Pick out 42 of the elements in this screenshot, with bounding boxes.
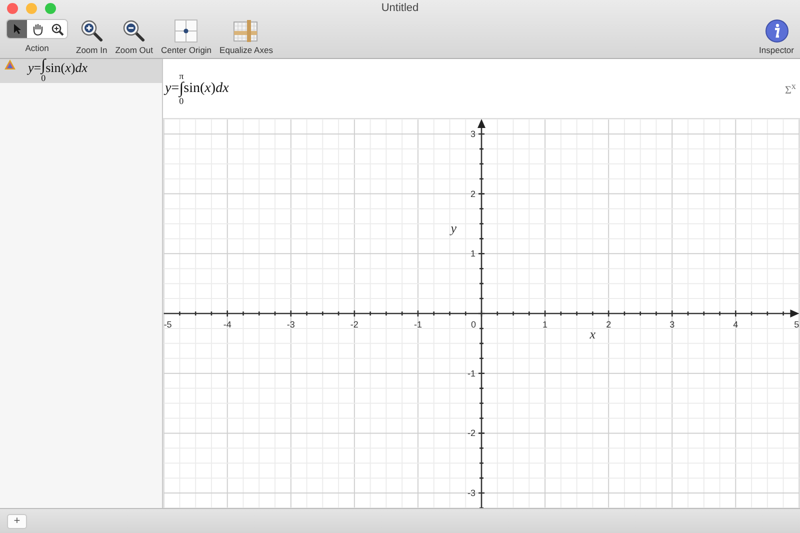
insert-symbol-button[interactable]: Σ$^{x}$ (785, 80, 796, 96)
toolbar-button[interactable]: Zoom In (76, 19, 108, 55)
zoom-in-icon (80, 19, 104, 43)
tick-label: 2 (470, 188, 476, 199)
pointer-icon (12, 23, 22, 35)
axis-label: x (590, 326, 596, 342)
toolbar-label: Action (25, 43, 49, 53)
tick-label: 4 (733, 319, 738, 330)
tick-label: -3 (286, 319, 295, 330)
grid-ruler-icon (233, 19, 260, 43)
zoom-button[interactable] (45, 3, 56, 14)
add-button[interactable]: + (7, 514, 27, 528)
equation-text: y=∫ 0 sin(x)dx (28, 59, 88, 83)
equation-text: y= π ∫ 0 sin(x)dx (165, 72, 229, 106)
tick-label: 3 (470, 128, 476, 139)
toolbar-button[interactable]: Equalize Axes (220, 19, 273, 55)
tick-label: 0 (471, 319, 476, 330)
tick-label: -2 (350, 319, 358, 330)
hand-icon (30, 22, 44, 36)
inspector-button[interactable]: Inspector (759, 19, 794, 55)
tick-label: 3 (670, 319, 675, 330)
zoom-out-icon (122, 19, 146, 43)
magnifier-icon (50, 22, 64, 36)
axis-label: y (450, 220, 456, 236)
center-origin-icon (174, 19, 198, 43)
toolbar-button[interactable]: Zoom Out (115, 19, 153, 55)
tick-label: -1 (468, 368, 476, 378)
sidebar-item[interactable]: y=∫ 0 sin(x)dx (0, 59, 162, 83)
window-title: Untitled (381, 2, 419, 14)
tick-label: 2 (606, 319, 612, 330)
tick-label: -4 (223, 319, 232, 330)
tick-label: 5 (794, 319, 800, 330)
tick-label: 1 (542, 319, 548, 330)
tick-label: -2 (468, 428, 476, 438)
close-button[interactable] (7, 3, 18, 14)
toolbar-button[interactable]: Center Origin (160, 19, 212, 55)
tick-label: -5 (164, 319, 172, 330)
tick-label: -3 (468, 488, 476, 498)
tick-label: -1 (414, 319, 422, 330)
layered-triangle-icon (4, 59, 16, 70)
info-icon (764, 19, 789, 43)
tick-label: 1 (470, 248, 476, 259)
